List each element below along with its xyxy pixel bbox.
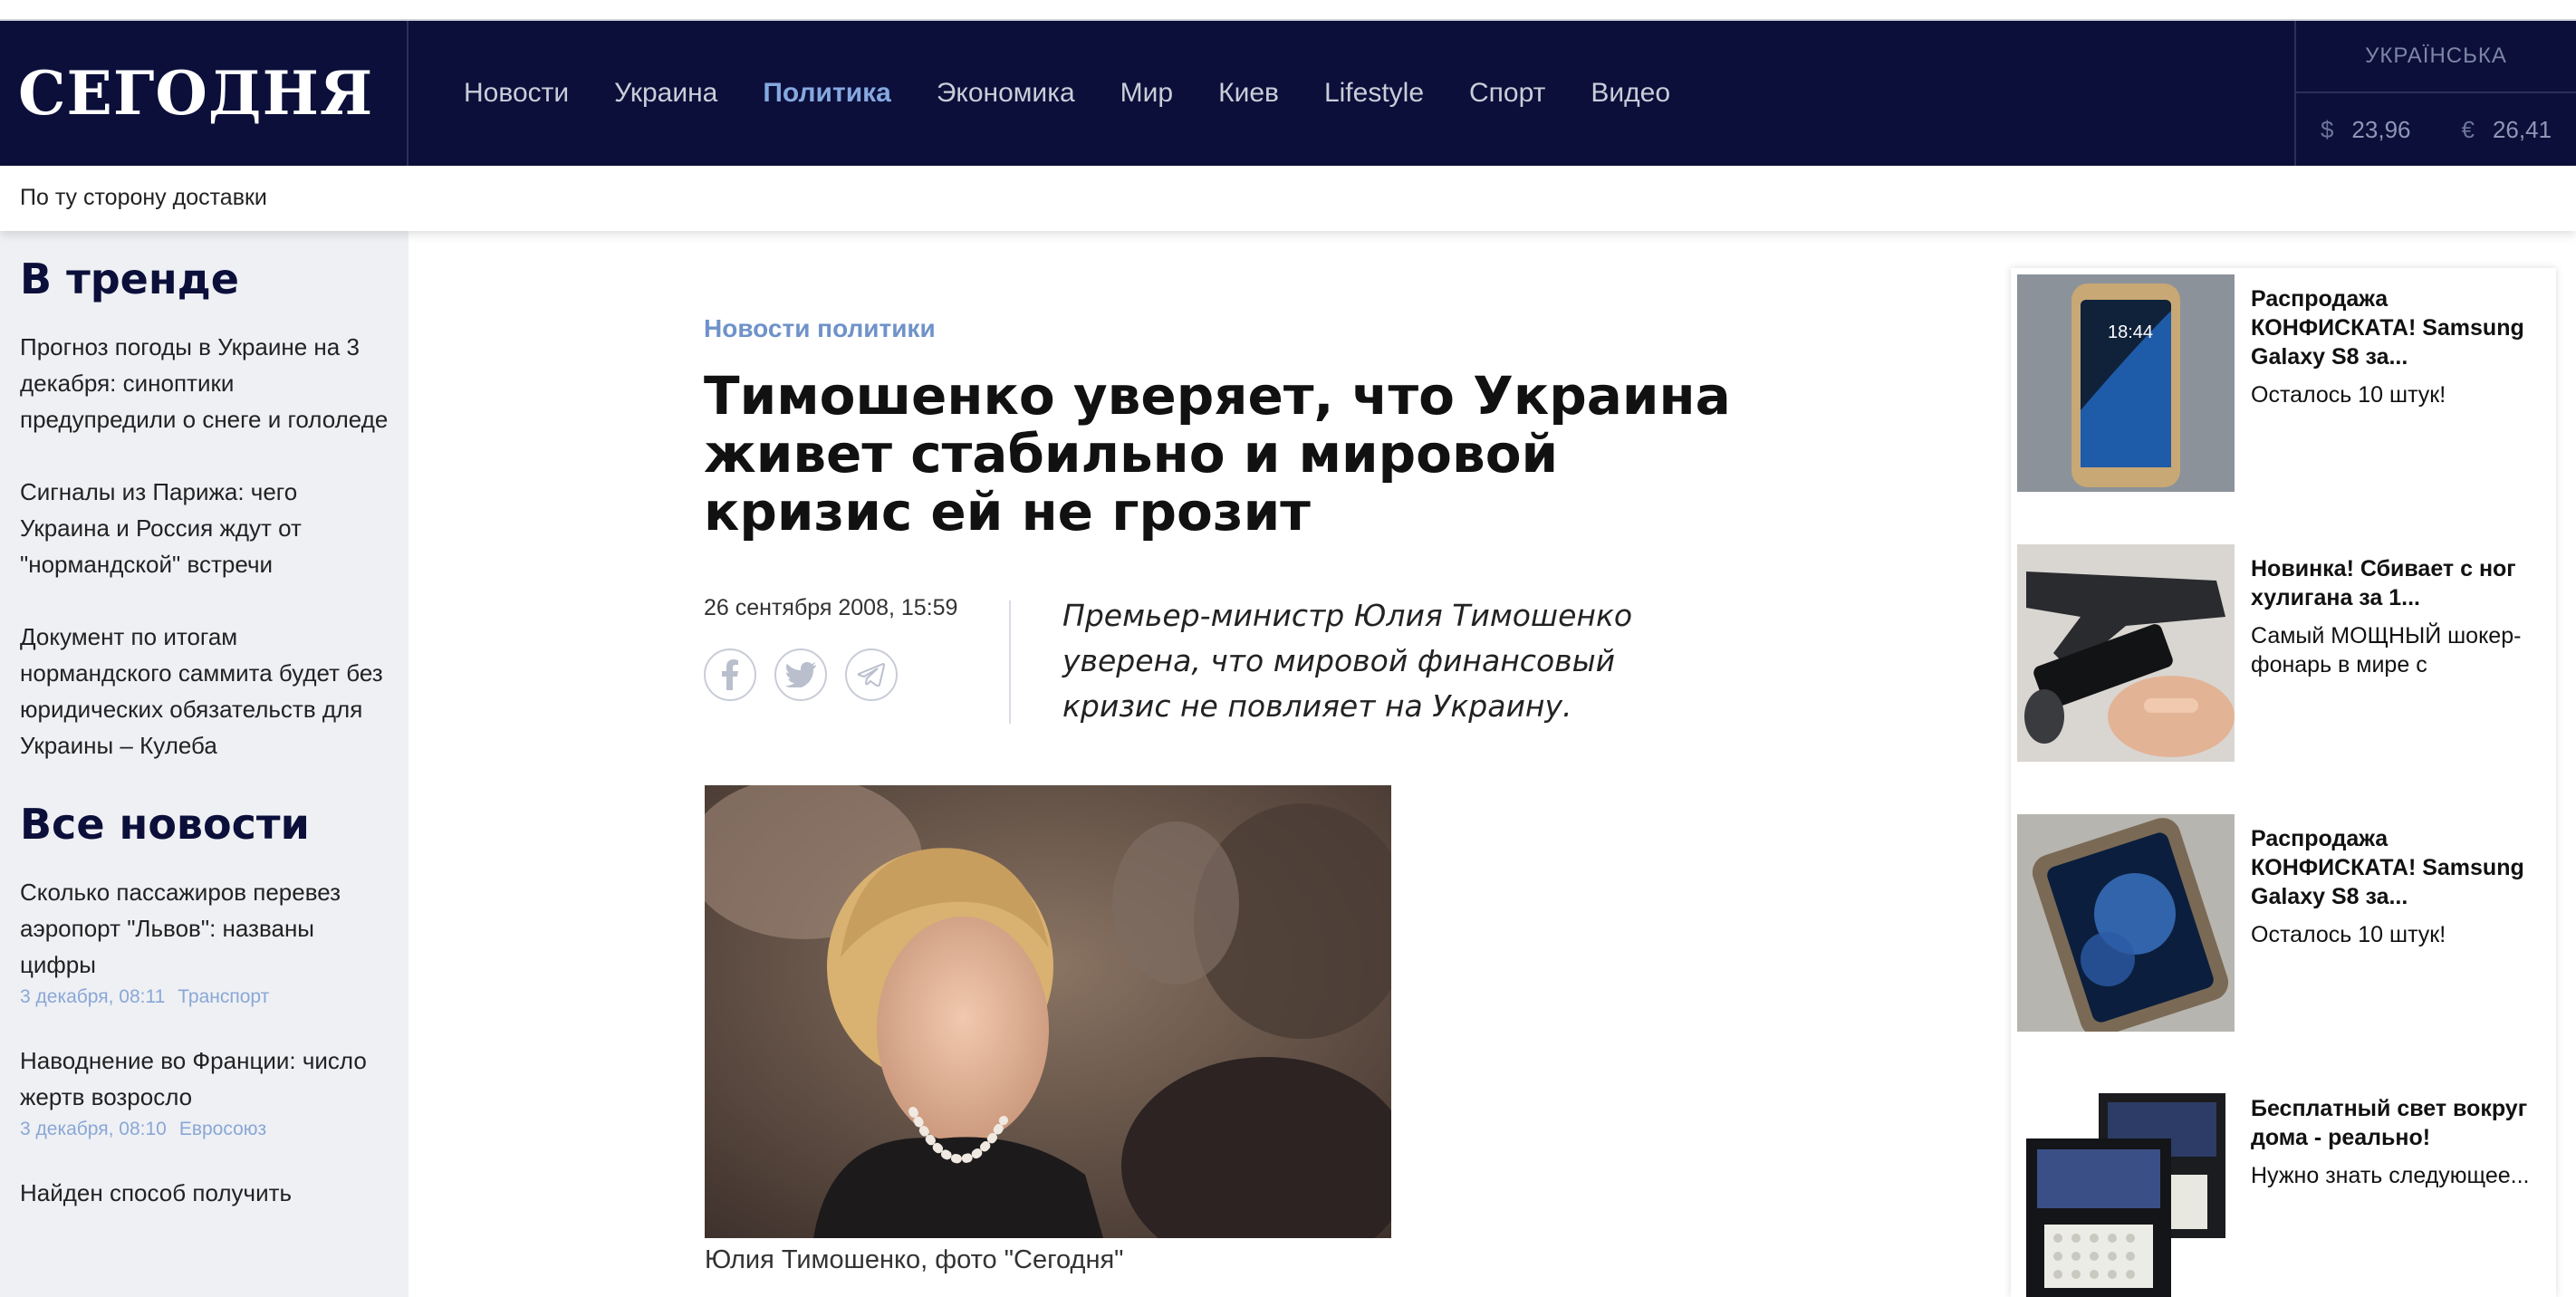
flashlight-image xyxy=(2017,544,2235,762)
ad-subtitle[interactable]: Самый МОЩНЫЙ шокер-фонарь в мире с xyxy=(2251,621,2550,679)
language-switch[interactable]: УКРАЇНСЬКА xyxy=(2296,21,2576,93)
news-item-title[interactable]: Наводнение во Франции: число жертв возро… xyxy=(20,1042,389,1115)
photo-placeholder-image xyxy=(705,785,1391,1238)
nav-economy[interactable]: Экономика xyxy=(937,78,1075,109)
ad-title[interactable]: Распродажа КОНФИСКАТА! Samsung Galaxy S8… xyxy=(2251,284,2550,371)
trend-item[interactable]: Документ по итогам нормандского саммита … xyxy=(20,619,389,764)
site-logo[interactable]: СЕГОДНЯ xyxy=(18,58,373,129)
ad-text[interactable]: Бесплатный свет вокруг дома - реально! Н… xyxy=(2251,1094,2550,1190)
promo-strip: По ту сторону доставки xyxy=(0,166,2576,231)
ad-subtitle[interactable]: Нужно знать следующее... xyxy=(2251,1161,2550,1190)
ad-text[interactable]: Распродажа КОНФИСКАТА! Samsung Galaxy S8… xyxy=(2251,284,2550,409)
ad-text[interactable]: Распродажа КОНФИСКАТА! Samsung Galaxy S8… xyxy=(2251,824,2550,949)
news-item[interactable]: Найден способ получить xyxy=(20,1175,389,1211)
trend-heading: В тренде xyxy=(20,255,239,303)
browser-top-strip xyxy=(0,0,2576,21)
news-item-tag[interactable]: Транспорт xyxy=(178,986,269,1007)
meta-divider xyxy=(1009,600,1011,724)
nav-sport[interactable]: Спорт xyxy=(1469,78,1545,109)
article-meta: 26 сентября 2008, 15:59 xyxy=(704,595,1012,701)
nav-ukraine[interactable]: Украина xyxy=(614,78,717,109)
ad-thumbnail[interactable] xyxy=(2017,544,2235,762)
currency-rates: $23,96 €26,41 xyxy=(2296,93,2576,166)
trend-item[interactable]: Прогноз погоды в Украине на 3 декабря: с… xyxy=(20,329,389,437)
facebook-share-button[interactable] xyxy=(704,648,756,701)
phone-image xyxy=(2017,814,2235,1032)
ad-thumbnail[interactable] xyxy=(2017,814,2235,1032)
share-buttons xyxy=(704,648,1012,701)
dollar-icon: $ xyxy=(2320,115,2334,143)
phone-image: 18:44 xyxy=(2017,274,2235,492)
ad-text[interactable]: Новинка! Сбивает с ног хулигана за 1... … xyxy=(2251,554,2550,679)
main-nav: Новости Украина Политика Экономика Мир К… xyxy=(464,21,1716,166)
news-item[interactable]: Наводнение во Франции: число жертв возро… xyxy=(20,1042,389,1140)
ad-thumbnail[interactable]: 18:44 xyxy=(2017,274,2235,492)
ad-card[interactable]: Распродажа КОНФИСКАТА! Samsung Galaxy S8… xyxy=(2011,808,2556,1032)
article-photo xyxy=(705,785,1391,1238)
ad-subtitle[interactable]: Осталось 10 штук! xyxy=(2251,920,2550,949)
all-news-heading: Все новости xyxy=(20,800,310,849)
facebook-icon xyxy=(722,659,738,690)
logo-area[interactable]: СЕГОДНЯ xyxy=(0,21,409,166)
nav-news[interactable]: Новости xyxy=(464,78,569,109)
news-item-meta: 3 декабря, 08:10 Евросоюз xyxy=(20,1119,389,1140)
euro-icon: € xyxy=(2461,115,2475,143)
news-item-meta: 3 декабря, 08:11 Транспорт xyxy=(20,986,389,1008)
news-item-title[interactable]: Найден способ получить xyxy=(20,1175,389,1211)
left-sidebar: В тренде Прогноз погоды в Украине на 3 д… xyxy=(0,231,409,1297)
article-category[interactable]: Новости политики xyxy=(704,314,936,343)
photo-caption: Юлия Тимошенко, фото "Сегодня" xyxy=(705,1245,1124,1274)
promo-strip-link[interactable]: По ту сторону доставки xyxy=(20,185,267,211)
article-headline: Тимошенко уверяет, что Украина живет ста… xyxy=(704,365,1731,543)
nav-video[interactable]: Видео xyxy=(1591,78,1670,109)
nav-lifestyle[interactable]: Lifestyle xyxy=(1324,78,1424,109)
solar-lamp-image xyxy=(2017,1084,2235,1297)
news-item-date: 3 декабря, 08:11 xyxy=(20,986,166,1007)
ad-title[interactable]: Бесплатный свет вокруг дома - реально! xyxy=(2251,1094,2550,1152)
twitter-share-button[interactable] xyxy=(774,648,827,701)
eur-rate: €26,41 xyxy=(2461,115,2552,143)
ad-subtitle[interactable]: Осталось 10 штук! xyxy=(2251,380,2550,409)
article-date: 26 сентября 2008, 15:59 xyxy=(704,595,958,620)
site-header: СЕГОДНЯ Новости Украина Политика Экономи… xyxy=(0,21,2576,166)
nav-kyiv[interactable]: Киев xyxy=(1218,78,1279,109)
nav-world[interactable]: Мир xyxy=(1120,78,1173,109)
telegram-share-button[interactable] xyxy=(845,648,898,701)
header-right-panel: УКРАЇНСЬКА $23,96 €26,41 xyxy=(2294,21,2576,166)
news-item-tag[interactable]: Евросоюз xyxy=(179,1119,266,1139)
nav-politics[interactable]: Политика xyxy=(763,78,890,109)
news-item-title[interactable]: Сколько пассажиров перевез аэропорт "Льв… xyxy=(20,874,389,983)
ad-card[interactable]: Бесплатный свет вокруг дома - реально! Н… xyxy=(2011,1078,2556,1297)
ad-title[interactable]: Распродажа КОНФИСКАТА! Samsung Galaxy S8… xyxy=(2251,824,2550,911)
twitter-icon xyxy=(785,662,816,687)
trend-item[interactable]: Сигналы из Парижа: чего Украина и Россия… xyxy=(20,474,389,582)
telegram-icon xyxy=(858,663,885,687)
article-lead: Премьер-министр Юлия Тимошенко уверена, … xyxy=(1062,598,1633,724)
ad-title[interactable]: Новинка! Сбивает с ног хулигана за 1... xyxy=(2251,554,2550,612)
right-ad-column: 18:44 Распродажа КОНФИСКАТА! Samsung Gal… xyxy=(2011,268,2556,1297)
usd-rate: $23,96 xyxy=(2320,115,2411,143)
news-item-date: 3 декабря, 08:10 xyxy=(20,1119,167,1139)
ad-card[interactable]: 18:44 Распродажа КОНФИСКАТА! Samsung Gal… xyxy=(2011,268,2556,492)
ad-card[interactable]: Новинка! Сбивает с ног хулигана за 1... … xyxy=(2011,538,2556,762)
ad-thumbnail[interactable] xyxy=(2017,1084,2235,1297)
news-item[interactable]: Сколько пассажиров перевез аэропорт "Льв… xyxy=(20,874,389,1008)
phone-screen-time: 18:44 xyxy=(2108,322,2153,342)
